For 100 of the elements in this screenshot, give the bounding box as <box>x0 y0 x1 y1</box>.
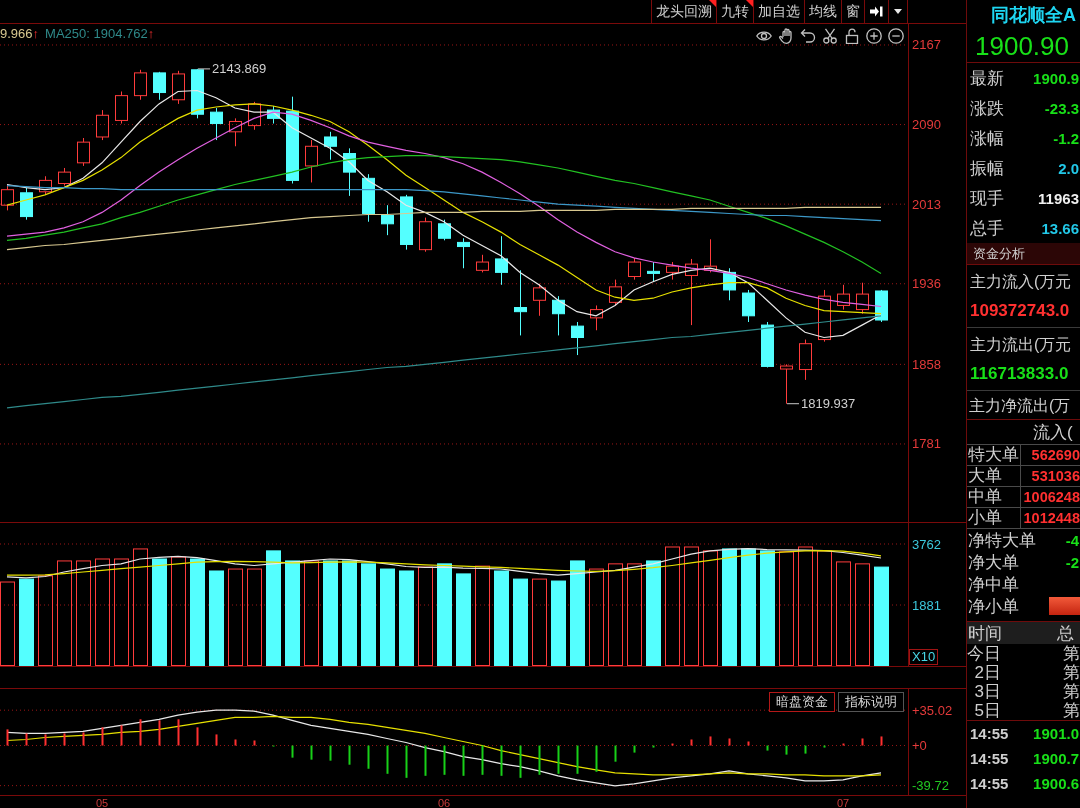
axis-label: 2090 <box>912 117 941 133</box>
candlestick <box>229 117 242 147</box>
rank-value: 第 <box>1063 682 1080 701</box>
candlestick <box>476 254 489 273</box>
candlestick <box>305 139 318 183</box>
legend-arrow: ↑ <box>147 26 155 41</box>
candlestick <box>96 109 109 141</box>
axis-label: 2013 <box>912 196 941 212</box>
candlestick <box>571 321 584 356</box>
tick-price: 1901.0 <box>1033 725 1079 742</box>
histogram-bar <box>481 745 484 775</box>
hand-icon[interactable] <box>778 28 794 44</box>
stat-value: 1900.9 <box>1033 69 1079 87</box>
histogram-bar <box>367 745 370 769</box>
axis-label: 1858 <box>912 356 941 372</box>
column-header: 时间 <box>968 622 1002 645</box>
axis-label: +0 <box>912 738 927 754</box>
histogram-bar <box>291 745 294 758</box>
legend-label: 9.966 <box>0 26 33 41</box>
histogram-bar <box>766 745 769 751</box>
histogram-bar <box>101 727 104 746</box>
index-name: 同花顺全A <box>990 4 1077 27</box>
flow-label: 主力净流出(万 <box>969 396 1072 416</box>
candlestick <box>514 269 527 336</box>
inflow-value: 1012448 <box>1022 509 1080 528</box>
toolbar-button[interactable]: 九转 <box>716 0 753 23</box>
net-flow-value: -2 <box>1065 553 1080 571</box>
net-flow-label: 净大单 <box>968 551 1019 574</box>
histogram-bar <box>880 736 883 746</box>
rank-value: 第 <box>1063 701 1080 720</box>
tick-time: 14:55 <box>970 775 1009 792</box>
candlestick <box>818 289 831 343</box>
histogram-bar <box>804 745 807 754</box>
unit-label: X10 <box>909 649 939 665</box>
zoom-in-icon[interactable] <box>866 28 882 44</box>
histogram-bar <box>538 745 541 775</box>
histogram-bar <box>690 739 693 746</box>
candlestick <box>115 91 128 125</box>
candlestick <box>685 258 698 326</box>
scissors-icon[interactable] <box>822 28 838 44</box>
stat-label: 涨幅 <box>970 127 1004 150</box>
candlestick <box>191 68 204 119</box>
candlestick <box>419 217 432 253</box>
stat-label: 涨跌 <box>970 97 1004 120</box>
arrow-to-bar-icon <box>870 6 883 17</box>
undo-icon[interactable] <box>800 28 816 44</box>
flow-value: 116713833.0 <box>970 363 1070 385</box>
tick-price: 1900.6 <box>1033 775 1079 792</box>
histogram-bar <box>25 733 28 746</box>
candlestick <box>761 321 774 368</box>
histogram-bar <box>120 725 123 746</box>
candlestick <box>153 71 166 101</box>
zoom-out-icon[interactable] <box>888 28 904 44</box>
axis-label: -39.72 <box>912 778 949 794</box>
rank-value: 第 <box>1063 663 1080 682</box>
candlestick <box>438 219 451 241</box>
stat-value: -23.3 <box>1044 99 1079 117</box>
rank-value: 第 <box>1063 644 1080 663</box>
candlestick <box>533 283 546 317</box>
histogram-bar <box>386 745 389 774</box>
candlestick <box>267 105 280 125</box>
candlestick <box>343 147 356 197</box>
histogram-bar <box>519 745 522 778</box>
candlestick <box>628 257 641 281</box>
section-header: 资金分析 <box>967 243 1080 265</box>
candlestick <box>58 167 71 187</box>
indicator-button[interactable]: 暗盘资金 <box>769 692 835 712</box>
flow-value: 109372743.0 <box>970 300 1071 322</box>
net-flow-label: 净中单 <box>968 573 1019 596</box>
axis-label: +35.02 <box>912 702 953 718</box>
candlestick <box>172 70 185 105</box>
padlock-icon[interactable] <box>844 28 860 44</box>
inflow-value: 1006248 <box>1022 488 1080 507</box>
dropdown-button[interactable] <box>888 0 908 23</box>
candlestick <box>77 137 90 167</box>
histogram-bar <box>633 745 636 753</box>
x-axis-label: 05 <box>95 796 109 808</box>
candlestick <box>780 363 793 405</box>
toolbar-button[interactable]: 龙头回溯 <box>651 0 716 23</box>
candlestick <box>799 339 812 381</box>
period-label: 3日 <box>973 682 1001 701</box>
stat-value: 13.66 <box>1041 219 1079 237</box>
histogram-bar <box>671 743 674 746</box>
candlestick <box>742 289 755 323</box>
histogram-bar <box>747 741 750 746</box>
candlestick <box>20 187 33 221</box>
inflow-value: 562690 <box>1030 446 1080 465</box>
eye-icon[interactable] <box>756 28 772 44</box>
histogram-bar <box>576 745 579 774</box>
candlestick <box>400 194 413 251</box>
stat-value: 2.0 <box>1058 159 1079 177</box>
stat-label: 振幅 <box>970 157 1004 180</box>
candlestick <box>495 235 508 286</box>
row-label: 特大单 <box>967 445 1021 465</box>
indicator-button[interactable]: 指标说明 <box>838 692 904 712</box>
x-axis-label: 07 <box>836 796 850 808</box>
histogram-bar <box>63 733 66 746</box>
candlestick <box>609 279 622 306</box>
histogram-bar <box>424 745 427 776</box>
histogram-bar <box>158 720 161 746</box>
